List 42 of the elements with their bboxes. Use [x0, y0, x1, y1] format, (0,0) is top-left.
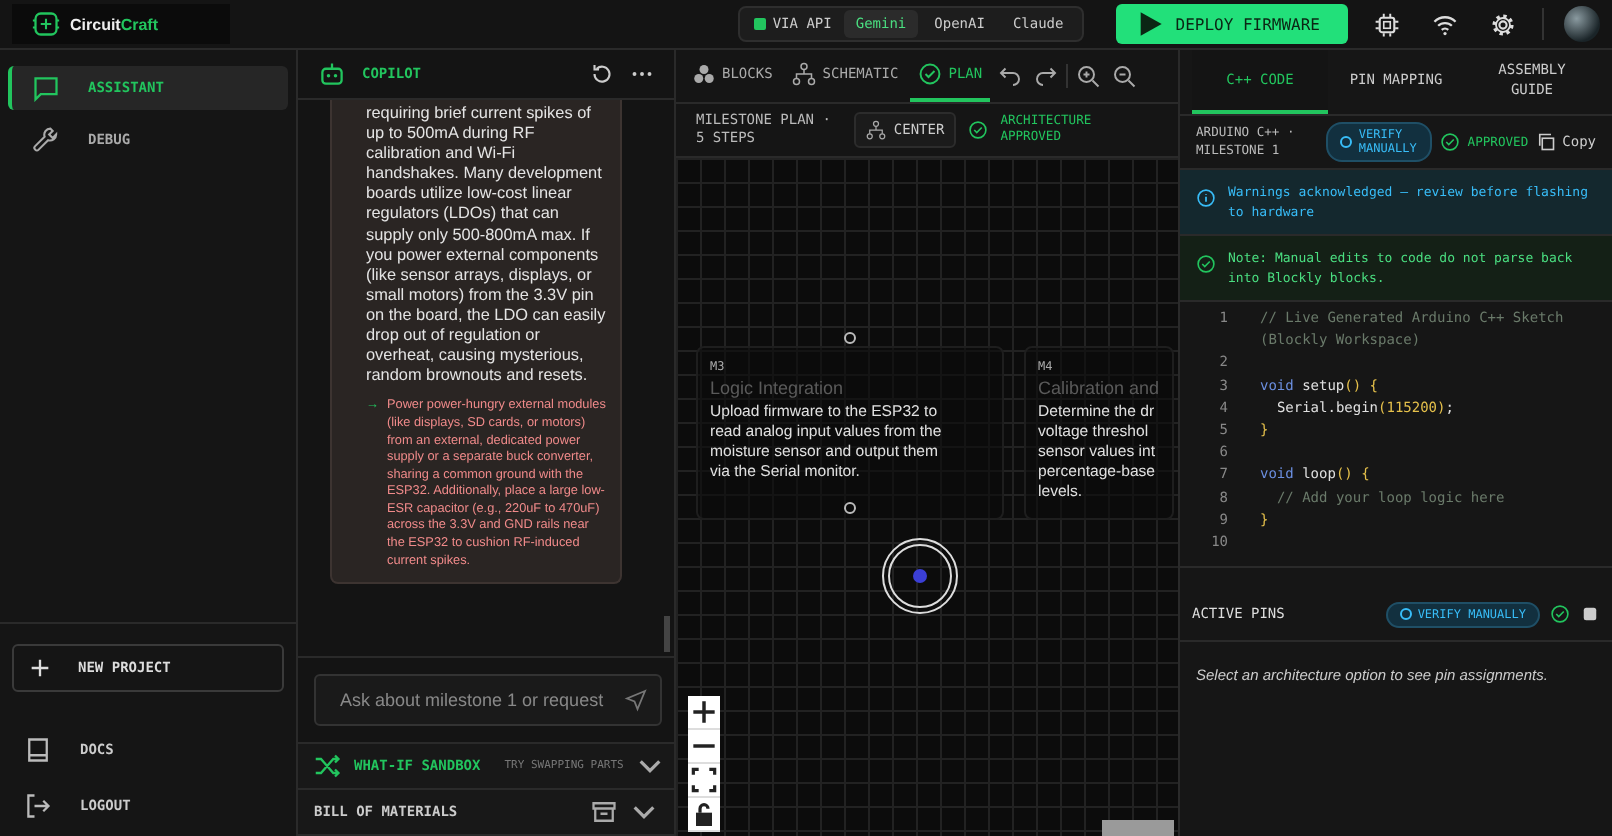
- logout-icon: [24, 792, 52, 820]
- info-icon: [1196, 188, 1216, 208]
- network-icon: [792, 62, 817, 86]
- chat-icon: [32, 74, 60, 102]
- check-circle-icon: [1196, 254, 1216, 274]
- play-icon: [1135, 10, 1164, 38]
- archive-icon: [590, 798, 618, 826]
- undo-icon[interactable]: [998, 64, 1023, 88]
- brand-name: CircuitCraft: [70, 15, 159, 33]
- fit-view-icon[interactable]: [688, 764, 720, 798]
- zoom-out-icon[interactable]: [1112, 64, 1137, 88]
- connection-handle[interactable]: [844, 332, 856, 344]
- milestone-title: Calibration and: [1038, 378, 1160, 398]
- message-text: requiring brief current spikes of up to 500mA during RF calibration and Wi-Fi handshakes. Many development boards utilize low-cost linear regulators (LDOs) that can supply only 500-800mA max. If you power external components (like sensor arrays, displays, or small motors) from the 3.3V pin on the board, the LDO can easily drop out of regulation or overheat, causing mysterious, random brownouts and resets.: [366, 104, 608, 387]
- shuffle-icon: [314, 752, 342, 780]
- chat-input[interactable]: Ask about milestone 1 or request: [336, 688, 624, 712]
- plus-icon: [30, 658, 50, 678]
- lock-icon[interactable]: [688, 798, 720, 832]
- network-icon: [865, 120, 886, 140]
- zoom-in-icon[interactable]: [1076, 64, 1101, 88]
- redo-icon[interactable]: [1034, 64, 1059, 88]
- book-icon: [24, 736, 52, 764]
- send-icon[interactable]: [624, 688, 648, 712]
- check-circle-icon: [918, 62, 943, 86]
- message-field[interactable]: Ask about milestone 1 or request: [314, 674, 662, 726]
- avatar[interactable]: [1564, 6, 1600, 42]
- blocks-icon: [692, 62, 716, 86]
- check-circle-icon: [1439, 132, 1460, 152]
- refresh-icon[interactable]: [590, 62, 614, 86]
- zoom-in-icon[interactable]: [688, 696, 720, 730]
- deploy-button[interactable]: DEPLOY FIRMWARE: [1115, 4, 1348, 44]
- cursor-target-icon: [880, 536, 960, 616]
- copy-icon: [1536, 132, 1557, 152]
- settings-icon[interactable]: [1490, 11, 1516, 37]
- circuit-logo-icon: [32, 10, 60, 38]
- wifi-icon[interactable]: [1432, 11, 1458, 37]
- wrench-icon: [32, 126, 60, 154]
- check-circle-icon: [1550, 604, 1570, 624]
- robot-icon: [318, 60, 346, 88]
- milestone-title: Logic Integration: [710, 378, 846, 398]
- check-circle-icon: [968, 120, 989, 140]
- connection-handle[interactable]: [844, 502, 856, 514]
